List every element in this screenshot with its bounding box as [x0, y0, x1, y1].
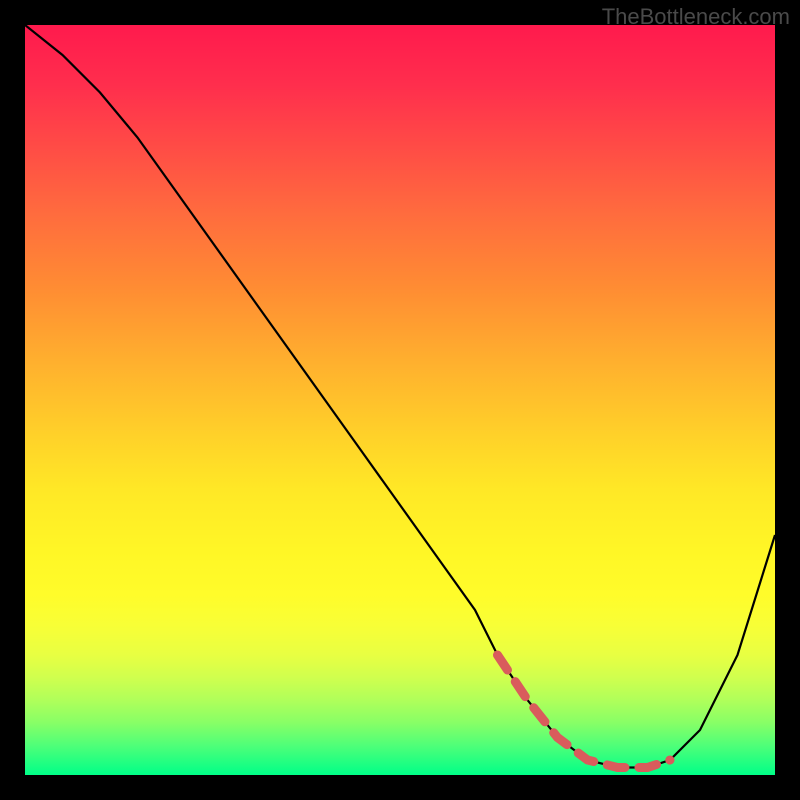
watermark-text: TheBottleneck.com [602, 4, 790, 30]
highlight-segment [498, 655, 671, 768]
plot-area [25, 25, 775, 775]
chart-svg [25, 25, 775, 775]
curve-line [25, 25, 775, 768]
